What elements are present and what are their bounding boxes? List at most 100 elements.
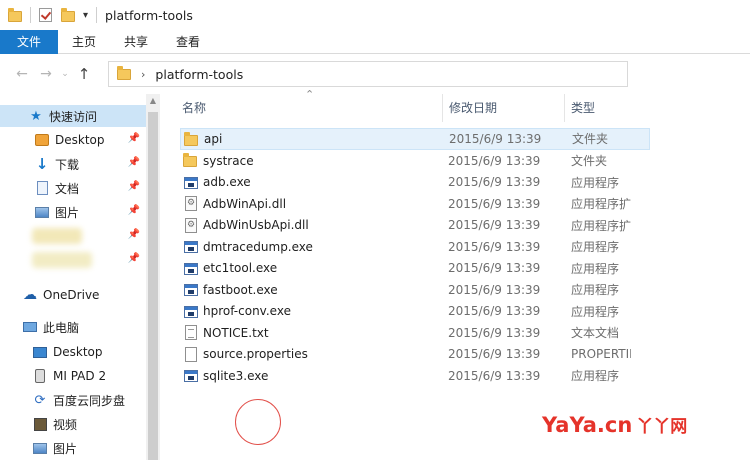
file-row[interactable]: hprof-conv.exe 2015/6/9 13:39 应用程序 <box>180 301 650 323</box>
file-date: 2015/6/9 13:39 <box>448 239 541 254</box>
file-row[interactable]: etc1tool.exe 2015/6/9 13:39 应用程序 <box>180 258 650 280</box>
file-type: 文件夹 <box>571 154 608 169</box>
file-type: 文件夹 <box>572 132 609 147</box>
file-name: AdbWinApi.dll <box>203 196 287 211</box>
address-bar[interactable]: › platform-tools <box>108 61 628 87</box>
blurred-entry <box>32 252 92 268</box>
scroll-up-arrow-icon[interactable]: ▲ <box>146 96 160 105</box>
cloud-sync-icon: ⟳ <box>34 392 46 408</box>
file-name: fastboot.exe <box>203 282 278 297</box>
file-row[interactable]: dmtracedump.exe 2015/6/9 13:39 应用程序 <box>180 236 650 258</box>
nav-item-desktop[interactable]: Desktop 📌 <box>0 129 146 151</box>
exe-icon <box>183 282 199 298</box>
file-name: api <box>204 131 223 146</box>
file-type: 文本文档 <box>571 326 620 341</box>
title-bar: ▾ platform-tools <box>0 0 750 30</box>
column-header-date[interactable]: 修改日期 <box>449 94 559 122</box>
tab-file[interactable]: 文件 <box>0 30 59 54</box>
star-icon: ★ <box>30 108 42 124</box>
new-folder-icon[interactable] <box>61 8 75 22</box>
annotation-circle <box>235 399 281 445</box>
forward-arrow-icon[interactable]: → <box>34 66 58 82</box>
file-name: adb.exe <box>203 175 251 190</box>
picture-icon <box>32 440 48 456</box>
file-row[interactable]: fastboot.exe 2015/6/9 13:39 应用程序 <box>180 279 650 301</box>
watermark: YaYa.cn 丫丫网 <box>542 412 687 437</box>
file-icon <box>183 346 199 363</box>
exe-icon <box>183 368 199 384</box>
nav-item-this-pc[interactable]: 此电脑 <box>0 316 146 338</box>
properties-check-icon[interactable] <box>39 8 53 22</box>
column-divider[interactable] <box>564 94 565 122</box>
up-arrow-icon[interactable]: ↑ <box>72 65 96 83</box>
watermark-suffix: 丫丫网 <box>636 417 688 437</box>
customize-toolbar-dropdown-icon[interactable]: ▾ <box>83 10 88 21</box>
file-date: 2015/6/9 13:39 <box>448 175 541 190</box>
file-date: 2015/6/9 13:39 <box>448 218 541 233</box>
recent-dropdown-icon[interactable]: ⌄ <box>58 69 72 79</box>
nav-item-downloads[interactable]: ↓ 下载 📌 <box>0 153 146 175</box>
file-name: dmtracedump.exe <box>203 239 313 254</box>
nav-item-pictures[interactable]: 图片 📌 <box>0 201 146 223</box>
file-row[interactable]: systrace 2015/6/9 13:39 文件夹 <box>180 150 650 172</box>
nav-quick-access[interactable]: ★ 快速访问 <box>0 105 146 127</box>
tab-home[interactable]: 主页 <box>58 30 110 54</box>
column-header-type[interactable]: 类型 <box>571 94 641 122</box>
nav-label: OneDrive <box>43 288 100 302</box>
nav-item-baidu-sync[interactable]: ⟳ 百度云同步盘 <box>0 389 146 411</box>
back-arrow-icon[interactable]: ← <box>10 66 34 82</box>
file-name: etc1tool.exe <box>203 261 278 276</box>
address-path[interactable]: platform-tools <box>155 67 243 82</box>
watermark-text: YaYa.cn <box>542 413 633 437</box>
ribbon-tabs: 文件 主页 共享 查看 <box>0 30 750 54</box>
pin-icon[interactable]: 📌 <box>128 181 140 192</box>
file-type: 应用程序扩展 <box>571 197 631 212</box>
file-date: 2015/6/9 13:39 <box>448 282 541 297</box>
nav-label: 下载 <box>55 157 80 172</box>
file-date: 2015/6/9 13:39 <box>448 347 541 362</box>
file-row[interactable]: api 2015/6/9 13:39 文件夹 <box>180 128 650 150</box>
nav-item-pc-pictures[interactable]: 图片 <box>0 437 146 459</box>
file-row[interactable]: adb.exe 2015/6/9 13:39 应用程序 <box>180 172 650 194</box>
file-row[interactable]: source.properties 2015/6/9 13:39 PROPERT… <box>180 344 650 366</box>
file-row[interactable]: AdbWinApi.dll 2015/6/9 13:39 应用程序扩展 <box>180 193 650 215</box>
nav-item-blurred[interactable]: 📌 <box>0 225 146 247</box>
pin-icon[interactable]: 📌 <box>128 205 140 216</box>
file-name: sqlite3.exe <box>203 368 269 383</box>
folder-icon <box>183 153 199 169</box>
file-date: 2015/6/9 13:39 <box>448 261 541 276</box>
desktop-icon <box>32 344 48 360</box>
column-header-name[interactable]: 名称 <box>182 94 440 122</box>
nav-item-blurred[interactable]: 📌 <box>0 249 146 271</box>
tab-view[interactable]: 查看 <box>162 30 214 54</box>
nav-item-documents[interactable]: 文档 📌 <box>0 177 146 199</box>
file-date: 2015/6/9 13:39 <box>448 196 541 211</box>
column-divider[interactable] <box>442 94 443 122</box>
scroll-thumb[interactable] <box>148 112 158 460</box>
pin-icon[interactable]: 📌 <box>128 133 140 144</box>
nav-label: Desktop <box>55 133 105 147</box>
nav-label: 此电脑 <box>43 320 80 335</box>
chevron-right-icon[interactable]: › <box>141 68 145 81</box>
file-row[interactable]: sqlite3.exe 2015/6/9 13:39 应用程序 <box>180 365 650 387</box>
nav-item-pc-desktop[interactable]: Desktop <box>0 341 146 363</box>
file-type: 应用程序 <box>571 283 620 298</box>
file-row[interactable]: NOTICE.txt 2015/6/9 13:39 文本文档 <box>180 322 650 344</box>
file-type: 应用程序 <box>571 304 620 319</box>
nav-item-onedrive[interactable]: ☁ OneDrive <box>0 284 146 306</box>
separator <box>96 7 98 23</box>
nav-scrollbar[interactable]: ▲ <box>146 94 160 460</box>
pin-icon[interactable]: 📌 <box>128 157 140 168</box>
file-type: 应用程序 <box>571 175 620 190</box>
file-date: 2015/6/9 13:39 <box>448 153 541 168</box>
file-name: hprof-conv.exe <box>203 304 291 319</box>
file-row[interactable]: AdbWinUsbApi.dll 2015/6/9 13:39 应用程序扩展 <box>180 215 650 237</box>
pin-icon[interactable]: 📌 <box>128 253 140 264</box>
tab-share[interactable]: 共享 <box>110 30 162 54</box>
pin-icon[interactable]: 📌 <box>128 229 140 240</box>
nav-item-videos[interactable]: 视频 <box>0 413 146 435</box>
navigation-bar: ← → ⌄ ↑ › platform-tools <box>0 55 750 93</box>
nav-item-mi-pad[interactable]: MI PAD 2 <box>0 365 146 387</box>
folder-icon[interactable] <box>8 8 22 22</box>
file-type: 应用程序 <box>571 369 620 384</box>
